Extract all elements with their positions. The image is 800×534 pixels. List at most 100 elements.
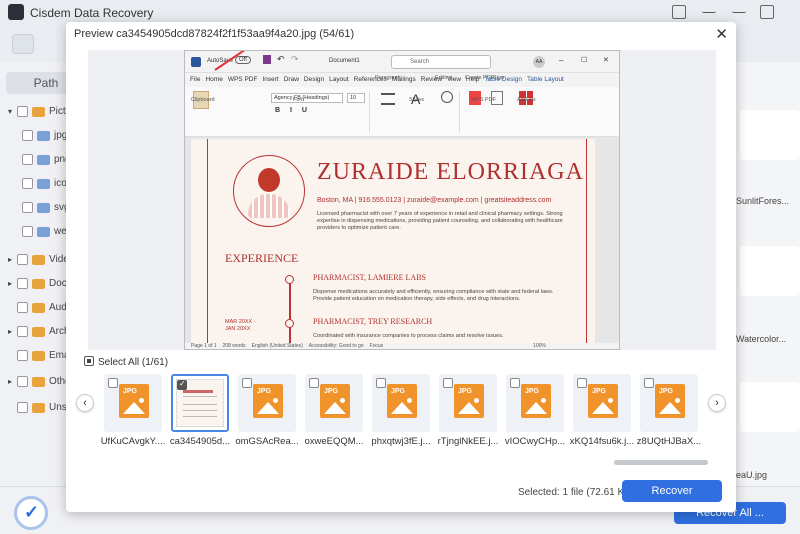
sidebar-checkbox[interactable]	[22, 202, 33, 213]
minimize-button[interactable]	[732, 5, 746, 13]
bg-file-thumb[interactable]	[740, 382, 800, 432]
folder-icon	[32, 302, 45, 313]
recover-button[interactable]: Recover	[622, 480, 722, 502]
word-search-box[interactable]: Search	[391, 55, 491, 69]
sidebar-checkbox[interactable]	[17, 106, 28, 117]
thumbnail-checkbox[interactable]	[443, 378, 453, 388]
sidebar-checkbox[interactable]	[17, 350, 28, 361]
sidebar-item[interactable]: png	[22, 154, 71, 172]
expand-icon[interactable]: ▾	[8, 107, 17, 116]
sidebar-checkbox[interactable]	[17, 278, 28, 289]
word-tab[interactable]: Insert	[262, 73, 278, 87]
font-name-select[interactable]: Agency FB (Headings)	[271, 93, 343, 103]
menu-icon[interactable]	[702, 5, 716, 13]
word-tab[interactable]: Layout	[329, 73, 349, 87]
jpg-file-icon: JPG	[253, 384, 283, 418]
thumbnail-checkbox[interactable]	[108, 378, 118, 388]
sidebar-item[interactable]: svg	[22, 202, 70, 220]
prev-arrow-button[interactable]: ‹	[76, 394, 94, 412]
word-tab[interactable]: File	[190, 73, 200, 87]
thumbnail-checkbox[interactable]	[242, 378, 252, 388]
folder-icon	[32, 376, 45, 387]
sidebar-item[interactable]: Unsa	[8, 402, 72, 420]
thumbnail-checkbox[interactable]	[510, 378, 520, 388]
file-thumbnail[interactable]: JPG	[372, 374, 430, 432]
sidebar-checkbox[interactable]	[17, 402, 28, 413]
sidebar-item[interactable]: ico	[22, 178, 67, 196]
maximize-icon[interactable]: ☐	[581, 56, 587, 64]
sidebar-item[interactable]: ▸ Othe	[8, 376, 71, 394]
sidebar-item[interactable]: Email	[8, 350, 74, 368]
undo-icon[interactable]: ↶	[277, 54, 285, 65]
word-tab[interactable]: Table Layout	[527, 73, 564, 87]
scan-complete-icon: ✓	[14, 496, 48, 530]
file-thumbnail[interactable]: JPG	[573, 374, 631, 432]
sidebar-item[interactable]: web	[22, 226, 72, 244]
thumbnail-checkbox[interactable]	[309, 378, 319, 388]
folder-icon	[37, 202, 50, 213]
ribbon-group-styles: Styles	[409, 97, 424, 103]
sidebar-checkbox[interactable]	[22, 226, 33, 237]
word-tab[interactable]: Design	[304, 73, 324, 87]
sidebar-checkbox[interactable]	[17, 302, 28, 313]
next-arrow-button[interactable]: ›	[708, 394, 726, 412]
word-tab[interactable]: WPS PDF	[228, 73, 258, 87]
sidebar-item-label: ico	[54, 178, 67, 190]
expand-icon[interactable]: ▸	[8, 255, 17, 264]
home-button[interactable]	[12, 34, 34, 54]
file-thumbnail[interactable]	[171, 374, 229, 432]
maximize-button[interactable]	[760, 5, 774, 19]
thumbnail-name: vIOCwyCHp...	[504, 436, 566, 447]
file-thumbnail[interactable]: JPG	[640, 374, 698, 432]
file-thumbnail[interactable]: JPG	[305, 374, 363, 432]
ribbon-group-wpspdf: WPS PDF	[471, 97, 497, 103]
thumbnail-name: ca3454905d...	[169, 436, 231, 447]
word-tab[interactable]: Draw	[284, 73, 299, 87]
sidebar-item[interactable]: ▾ Pictu	[8, 106, 71, 124]
upload-icon[interactable]	[672, 5, 686, 19]
thumbnail-checkbox[interactable]	[177, 379, 187, 390]
format-buttons[interactable]: B I U	[275, 107, 311, 114]
save-icon[interactable]	[263, 55, 271, 64]
paragraph-icon[interactable]	[381, 93, 395, 105]
sidebar-checkbox[interactable]	[22, 130, 33, 141]
expand-icon[interactable]: ▸	[8, 279, 17, 288]
expand-icon[interactable]: ▸	[8, 377, 17, 386]
autosave-toggle[interactable]: Off	[235, 56, 251, 64]
redo-icon[interactable]: ↷	[291, 54, 299, 65]
sidebar-checkbox[interactable]	[17, 376, 28, 387]
thumbnail-checkbox[interactable]	[577, 378, 587, 388]
sidebar-checkbox[interactable]	[22, 178, 33, 189]
thumbnail-checkbox[interactable]	[644, 378, 654, 388]
close-icon[interactable]: ✕	[603, 56, 609, 64]
sidebar-checkbox[interactable]	[17, 326, 28, 337]
word-tab[interactable]: Home	[205, 73, 223, 88]
file-thumbnail[interactable]: JPG	[506, 374, 564, 432]
expand-icon[interactable]: ▸	[8, 327, 17, 336]
user-avatar[interactable]: AA	[533, 56, 545, 68]
thumbnail-scrollbar[interactable]	[614, 460, 708, 465]
font-size-select[interactable]: 10	[347, 93, 365, 103]
folder-icon	[37, 178, 50, 189]
file-thumbnail[interactable]: JPG	[104, 374, 162, 432]
word-tabs: File Home WPS PDF Insert Draw Design Layout Ref…	[185, 73, 619, 88]
sidebar-checkbox[interactable]	[17, 254, 28, 265]
file-thumbnail[interactable]: JPG	[439, 374, 497, 432]
sidebar-item[interactable]: jpg	[22, 130, 67, 148]
file-thumbnail[interactable]: JPG	[238, 374, 296, 432]
minimize-icon[interactable]: –	[559, 56, 563, 65]
select-all-checkbox[interactable]: Select All (1/61)	[84, 356, 168, 368]
editing-icon[interactable]	[441, 91, 453, 103]
close-icon[interactable]: ✕	[715, 25, 728, 43]
bg-file-thumb[interactable]	[740, 246, 800, 296]
thumbnail-checkbox[interactable]	[376, 378, 386, 388]
sidebar-checkbox[interactable]	[22, 154, 33, 165]
sign-label: Sign	[493, 75, 505, 81]
sidebar-item[interactable]: ▸ Archi	[8, 326, 72, 344]
sidebar-item[interactable]: ▸ Docu	[8, 278, 72, 296]
thumbnail-name: rTjnglNkEE.j...	[437, 436, 499, 447]
job-date: MAR 20XX - JAN 20XX	[225, 319, 256, 332]
sidebar-item[interactable]: ▸ Video	[8, 254, 74, 272]
bg-file-thumb[interactable]	[740, 110, 800, 160]
sidebar-item[interactable]: Audi	[8, 302, 69, 320]
